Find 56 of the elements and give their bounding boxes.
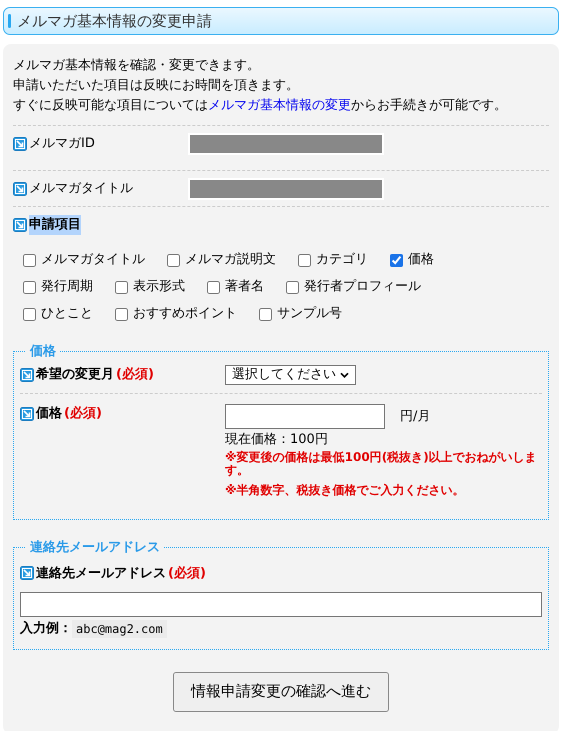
info-change-link[interactable]: メルマガ基本情報の変更 bbox=[208, 98, 351, 113]
required-mark: (必須) bbox=[64, 404, 102, 423]
checkbox-label: 著者名 bbox=[225, 278, 264, 296]
section-legend: 連絡先メールアドレス bbox=[26, 538, 164, 558]
checkbox[interactable] bbox=[298, 254, 311, 266]
field-label: 連絡先メールアドレス bbox=[36, 564, 166, 582]
checkbox-label: 発行者プロフィール bbox=[304, 278, 421, 296]
checkbox[interactable] bbox=[286, 280, 299, 294]
field-label: 価格 bbox=[36, 405, 62, 423]
header-accent bbox=[8, 14, 11, 28]
checkbox-label: メルマガ説明文 bbox=[185, 251, 276, 270]
current-price: 現在価格：100円 bbox=[225, 431, 329, 449]
page-title: メルマガ基本情報の変更申請 bbox=[17, 10, 212, 32]
required-mark: (必須) bbox=[116, 366, 154, 384]
checkbox[interactable] bbox=[115, 280, 128, 294]
checkbox-label: おすすめポイント bbox=[133, 305, 237, 324]
checkbox[interactable] bbox=[115, 308, 128, 320]
intro-text: すぐに反映可能な項目についてはメルマガ基本情報の変更からお手続きが可能です。 bbox=[13, 97, 508, 115]
checkbox[interactable] bbox=[207, 280, 220, 294]
arrow-icon bbox=[20, 406, 34, 421]
checkbox[interactable] bbox=[23, 280, 36, 294]
arrow-icon bbox=[20, 368, 34, 382]
field-label: 希望の変更月 bbox=[36, 366, 114, 384]
intro-text: メルマガ基本情報を確認・変更できます。 bbox=[13, 57, 261, 75]
example-email: abc@mag2.com bbox=[72, 620, 167, 638]
checkbox-label: サンプル号 bbox=[277, 305, 342, 324]
checkbox[interactable] bbox=[259, 308, 272, 320]
checkbox-label: 価格 bbox=[408, 251, 434, 270]
checkbox[interactable] bbox=[390, 254, 403, 266]
price-note: ※半角数字、税抜き価格でご入力ください。 bbox=[225, 484, 466, 497]
arrow-icon bbox=[20, 566, 34, 580]
field-label: メルマガタイトル bbox=[29, 180, 133, 198]
email-input[interactable] bbox=[20, 592, 542, 617]
required-mark: (必須) bbox=[168, 564, 206, 582]
checkbox-label: ひとこと bbox=[41, 305, 93, 324]
field-label: 申請項目 bbox=[29, 215, 81, 234]
example-label: 入力例： bbox=[20, 620, 72, 638]
arrow-icon bbox=[13, 136, 27, 150]
submit-button[interactable]: 情報申請変更の確認へ進む bbox=[173, 672, 389, 712]
checkbox[interactable] bbox=[23, 254, 36, 266]
checkbox[interactable] bbox=[23, 308, 36, 320]
price-input[interactable] bbox=[225, 404, 385, 429]
checkbox[interactable] bbox=[167, 254, 180, 266]
checkbox-label: メルマガタイトル bbox=[41, 251, 145, 270]
section-legend: 価格 bbox=[26, 342, 60, 361]
checkbox-label: 発行周期 bbox=[41, 278, 93, 296]
price-note: ※変更後の価格は最低100円(税抜き)以上でおねがいします。 bbox=[225, 451, 538, 477]
intro-text: 申請いただいた項目は反映にお時間を頂きます。 bbox=[13, 77, 300, 95]
checkbox-label: 表示形式 bbox=[133, 278, 185, 296]
month-select[interactable]: 選択してください bbox=[225, 365, 356, 385]
arrow-icon bbox=[13, 182, 27, 196]
field-label: メルマガID bbox=[29, 134, 95, 153]
unit-label: 円/月 bbox=[400, 408, 430, 426]
chevron-down-icon bbox=[340, 372, 349, 378]
arrow-icon bbox=[13, 218, 27, 232]
checkbox-label: カテゴリ bbox=[316, 251, 368, 270]
